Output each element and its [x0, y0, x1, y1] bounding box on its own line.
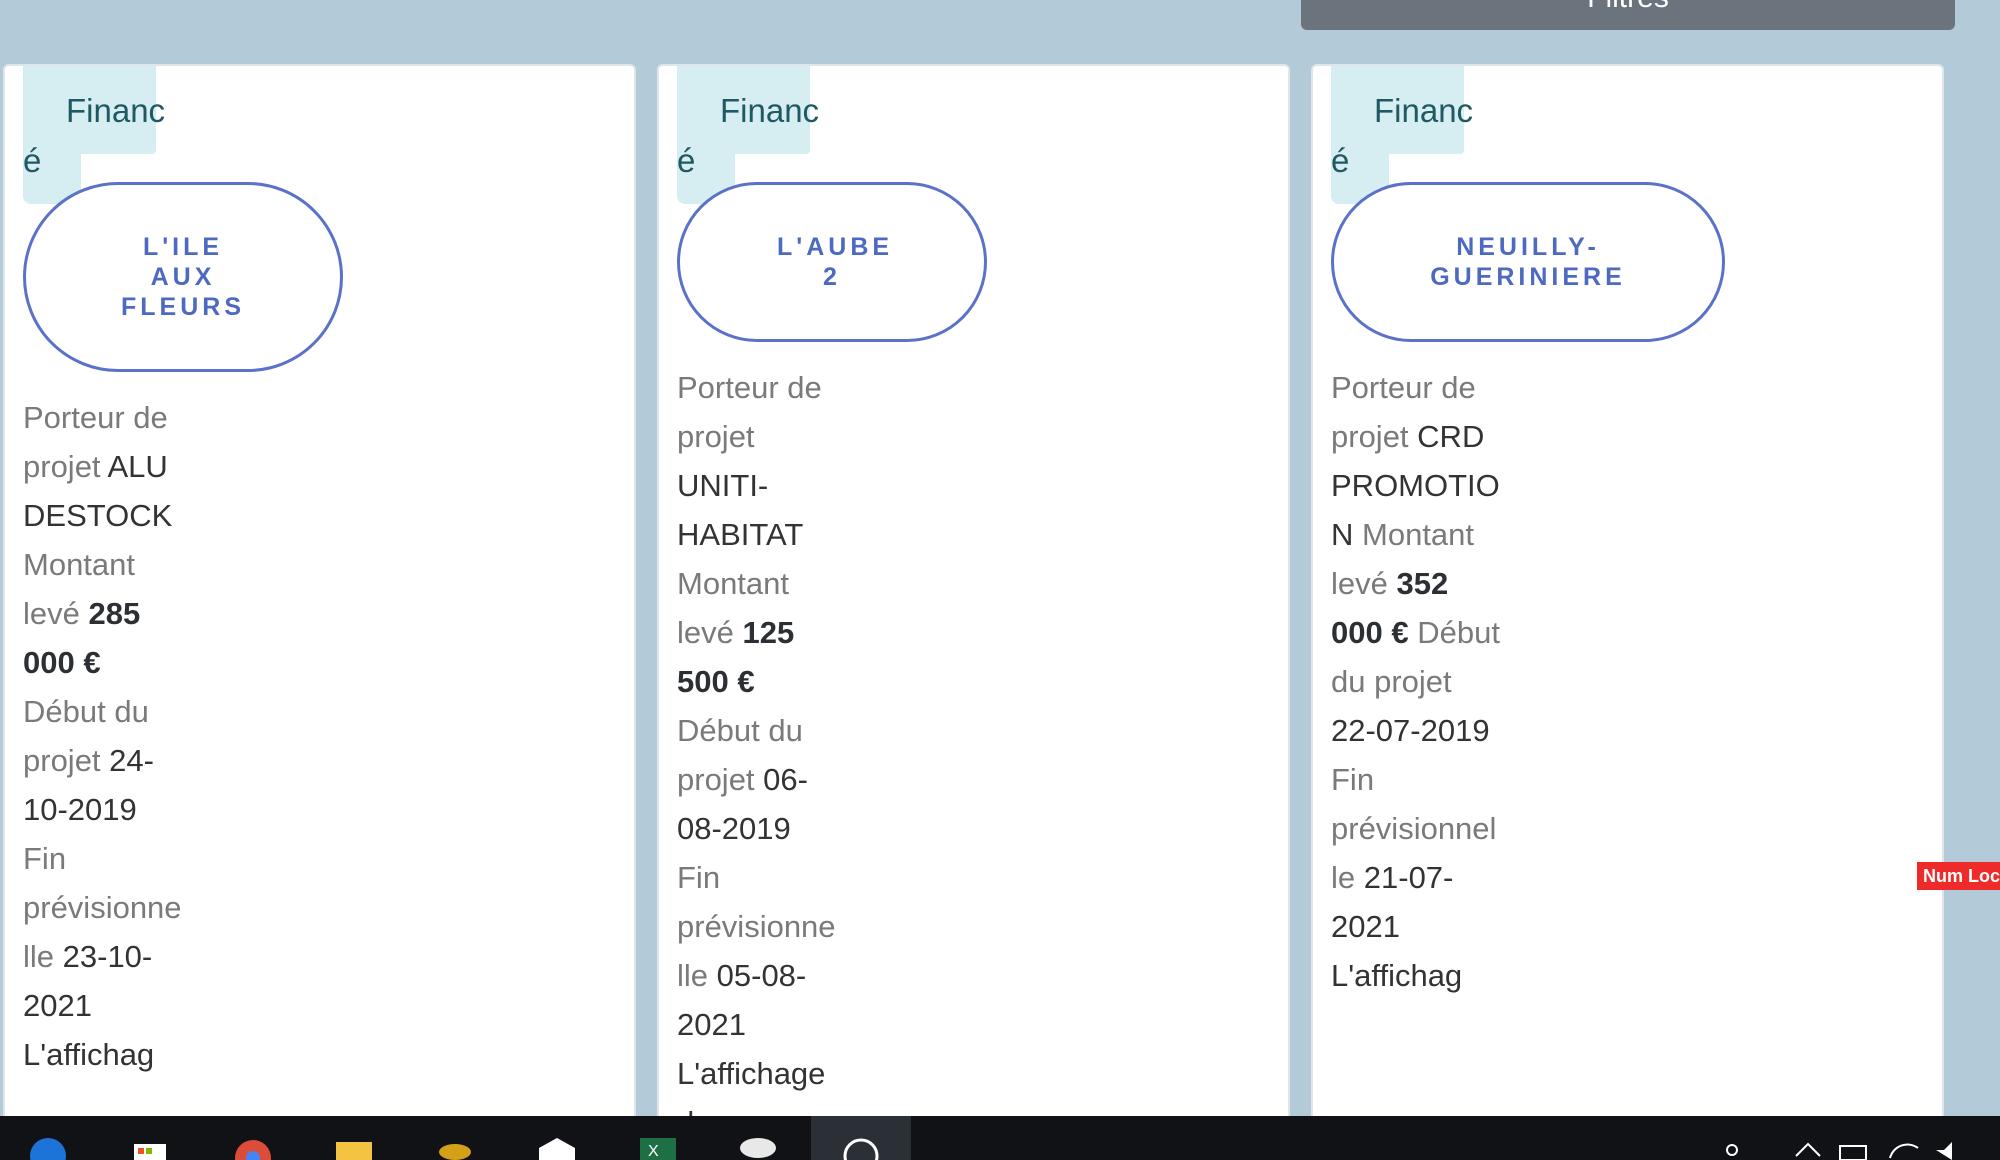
status-badge-text-2: é — [677, 142, 696, 179]
numlock-indicator: Num Lock — [1917, 862, 2000, 890]
coins-app-icon[interactable] — [435, 1134, 475, 1160]
affichage-label: L'affichag — [23, 1037, 155, 1072]
chevron-up-icon[interactable] — [1788, 1134, 1828, 1160]
filters-label: Filtres — [1587, 0, 1669, 14]
mail-icon[interactable] — [537, 1134, 577, 1160]
excel-icon[interactable]: X — [638, 1134, 678, 1160]
status-badge-text: Financ — [66, 92, 166, 129]
svg-text:X: X — [648, 1143, 659, 1160]
project-card[interactable]: Financ é L'ILE AUX FLEURS Porteur de pro… — [3, 64, 636, 1124]
project-name-pill[interactable]: NEUILLY-GUERINIERE — [1331, 182, 1725, 342]
store-icon[interactable] — [130, 1134, 170, 1160]
project-name: NEUILLY-GUERINIERE — [1430, 233, 1626, 291]
filters-button[interactable]: Filtres — [1301, 0, 1955, 30]
porteur-label: Porteur de projet — [677, 370, 822, 454]
wifi-icon[interactable] — [1884, 1134, 1924, 1160]
satellite-app-icon[interactable] — [738, 1134, 778, 1160]
status-badge-text: Financ — [1374, 92, 1474, 129]
battery-icon — [1839, 1145, 1867, 1160]
active-app-icon[interactable] — [841, 1134, 881, 1160]
project-name: L'ILE AUX FLEURS — [121, 233, 245, 321]
status-badge-text-2: é — [1331, 142, 1350, 179]
file-explorer-icon[interactable] — [334, 1134, 374, 1160]
edge-icon[interactable] — [28, 1134, 68, 1160]
affichage-label: L'affichage du — [677, 1056, 826, 1124]
volume-icon[interactable] — [1930, 1134, 1970, 1160]
porteur-value: UNITI-HABITAT — [677, 468, 803, 552]
project-card[interactable]: Financ é NEUILLY-GUERINIERE Porteur de p… — [1311, 64, 1944, 1124]
project-name-pill[interactable]: L'AUBE 2 — [677, 182, 987, 342]
affichage-label: L'affichag — [1331, 958, 1463, 993]
people-icon[interactable] — [1716, 1134, 1756, 1160]
project-details: Porteur de projet ALU DESTOCK Montant le… — [23, 393, 183, 1079]
project-details: Porteur de projet CRD PROMOTION Montant … — [1331, 363, 1501, 1000]
taskbar: X — [0, 1116, 2000, 1160]
chrome-icon[interactable] — [233, 1134, 273, 1160]
debut-value: 22-07-2019 — [1331, 713, 1490, 748]
project-name: L'AUBE 2 — [777, 233, 894, 291]
project-name-pill[interactable]: L'ILE AUX FLEURS — [23, 182, 343, 372]
project-card[interactable]: Financ é L'AUBE 2 Porteur de projet UNIT… — [657, 64, 1290, 1124]
project-details: Porteur de projet UNITI-HABITAT Montant … — [677, 363, 837, 1124]
status-badge-text: Financ — [720, 92, 820, 129]
status-badge-text-2: é — [23, 142, 42, 179]
